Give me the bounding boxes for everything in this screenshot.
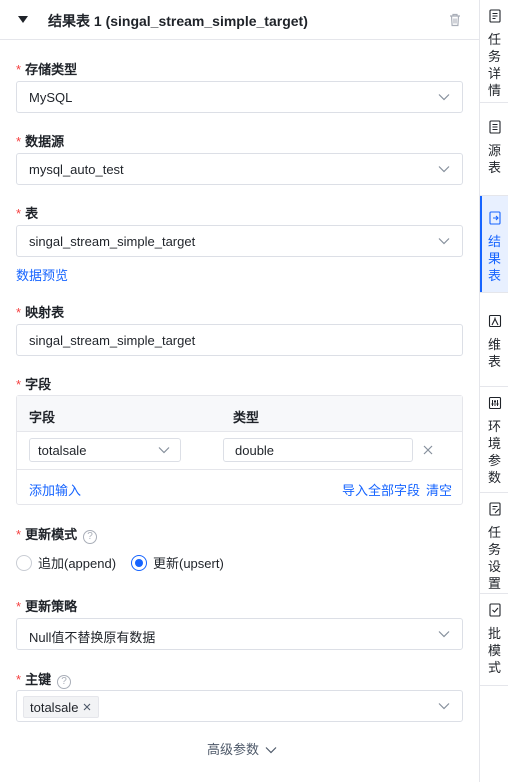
sidebar-item-env-params[interactable]: 环境参数 (480, 387, 508, 493)
fields-table: 字段 类型 totalsale double 添加输入 导入全部字段 清空 (16, 395, 463, 505)
fields-table-header: 字段 类型 (17, 396, 462, 432)
add-input-link[interactable]: 添加输入 (29, 480, 81, 499)
sidebar-item-task-details[interactable]: 任务详情 (480, 0, 508, 103)
fields-label: * 字段 (16, 377, 52, 392)
table-label: * 表 (16, 206, 39, 221)
radio-circle-icon (16, 554, 32, 571)
field-name-select[interactable]: totalsale (29, 438, 181, 462)
sidebar-item-source-table[interactable]: 源表 (480, 103, 508, 196)
update-strategy-label: * 更新策略 (16, 599, 78, 614)
advanced-params-toggle[interactable]: 高级参数 (207, 739, 277, 758)
radio-append[interactable]: 追加(append) (16, 553, 116, 572)
chevron-down-icon (438, 238, 450, 245)
sidebar-item-task-settings[interactable]: 任务设置 (480, 493, 508, 594)
datasource-label: * 数据源 (16, 134, 65, 149)
chevron-down-icon (438, 703, 450, 710)
import-all-fields-link[interactable]: 导入全部字段 (342, 480, 420, 499)
datasource-select[interactable]: mysql_auto_test (16, 153, 463, 185)
primary-key-tag: totalsale (23, 696, 100, 718)
remove-row-close-icon[interactable] (422, 444, 434, 456)
storage-type-label: * 存储类型 (16, 62, 78, 77)
chevron-down-icon (438, 94, 450, 101)
data-preview-link[interactable]: 数据预览 (16, 265, 68, 284)
result-table-icon (488, 211, 501, 225)
chevron-down-icon (265, 747, 277, 754)
result-table-panel: 结果表 1 (singal_stream_simple_target) * 存储类… (0, 0, 479, 782)
panel-title: 结果表 1 (singal_stream_simple_target) (48, 13, 308, 29)
help-circle-icon[interactable]: ? (57, 675, 72, 689)
dimension-table-icon (488, 314, 501, 328)
radio-upsert[interactable]: 更新(upsert) (131, 553, 224, 572)
panel-header: 结果表 1 (singal_stream_simple_target) (0, 0, 479, 40)
primary-key-select[interactable]: totalsale (16, 690, 463, 722)
mapping-table-label: * 映射表 (16, 305, 65, 320)
trash-icon[interactable] (447, 12, 463, 28)
storage-type-select[interactable]: MySQL (16, 81, 463, 113)
tag-close-icon[interactable] (82, 702, 92, 712)
chevron-down-icon (438, 631, 450, 638)
right-sidebar: 任务详情 源表 结果表 维表 环境参数 任务设置 批模式 (479, 0, 508, 782)
divider (17, 469, 462, 470)
sidebar-item-batch-mode[interactable]: 批模式 (480, 594, 508, 686)
help-circle-icon[interactable]: ? (83, 530, 98, 544)
update-mode-label: * 更新模式? (16, 524, 98, 544)
edit-doc-icon (488, 502, 501, 516)
radio-checked-icon (131, 554, 147, 571)
sidebar-item-result-table[interactable]: 结果表 (480, 196, 508, 293)
collapse-caret-icon[interactable] (18, 16, 28, 23)
primary-key-label: * 主键? (16, 669, 72, 689)
field-type-input[interactable]: double (223, 438, 413, 462)
chevron-down-icon (438, 166, 450, 173)
sliders-icon (488, 396, 501, 410)
sidebar-item-dimension-table[interactable]: 维表 (480, 293, 508, 387)
document-list-icon (488, 9, 501, 23)
column-header-type: 类型 (233, 410, 260, 425)
chevron-down-icon (158, 447, 170, 454)
column-header-field: 字段 (29, 410, 56, 425)
clear-fields-link[interactable]: 清空 (426, 480, 452, 499)
mapping-table-input[interactable]: singal_stream_simple_target (16, 324, 463, 356)
batch-check-icon (488, 603, 501, 617)
source-table-icon (488, 120, 501, 134)
update-strategy-select[interactable]: Null值不替换原有数据 (16, 618, 463, 650)
table-select[interactable]: singal_stream_simple_target (16, 225, 463, 257)
